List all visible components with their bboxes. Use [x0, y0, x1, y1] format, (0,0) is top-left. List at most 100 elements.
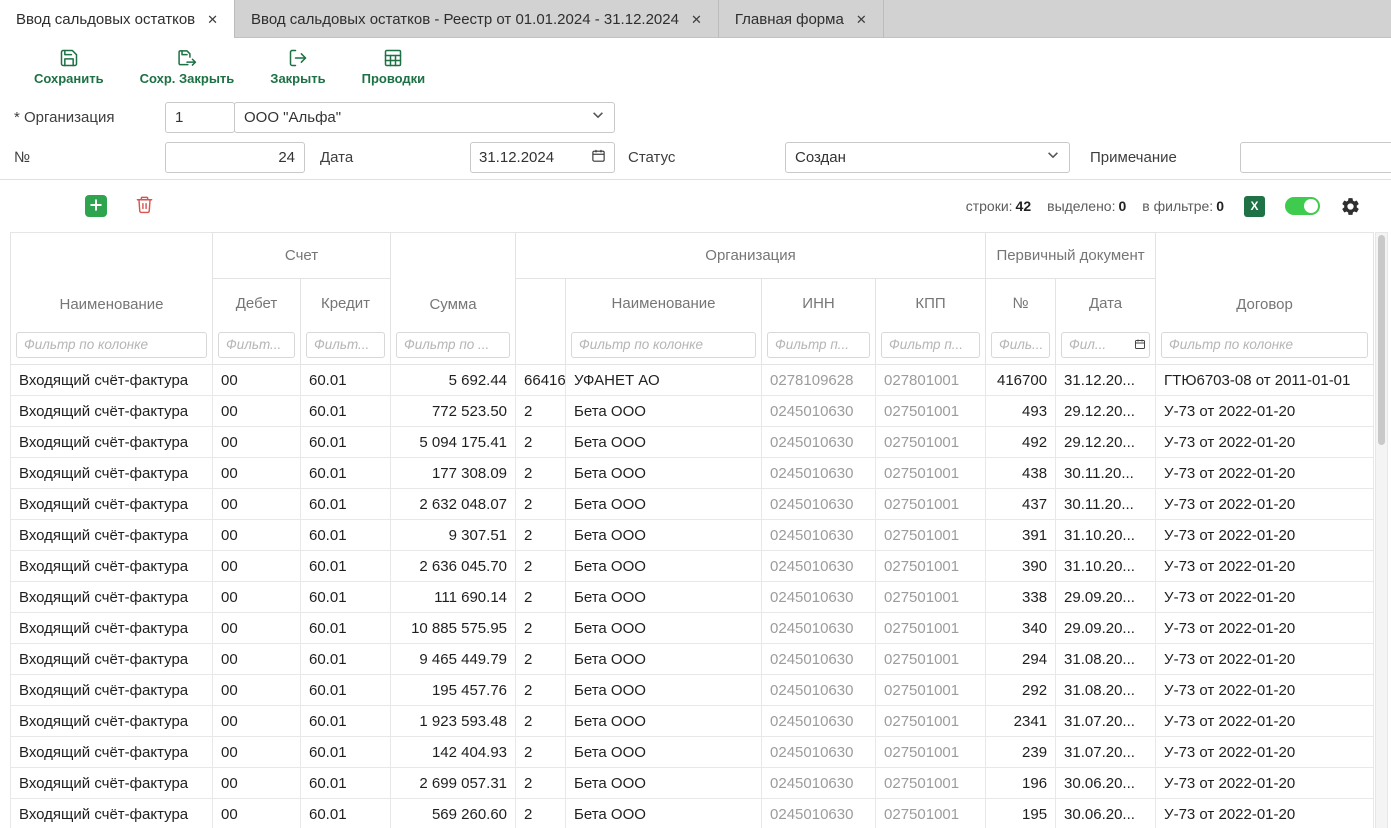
cell-credit[interactable]: 60.01 — [301, 706, 391, 737]
cell-org_name[interactable]: Бета ООО — [566, 520, 762, 551]
cell-amount[interactable]: 772 523.50 — [391, 396, 516, 427]
organization-code-input[interactable] — [165, 102, 235, 133]
cell-name[interactable]: Входящий счёт-фактура — [11, 644, 213, 675]
cell-inn[interactable]: 0245010630 — [762, 489, 876, 520]
cell-inn[interactable]: 0245010630 — [762, 613, 876, 644]
table-row[interactable]: Входящий счёт-фактура0060.015 094 175.41… — [11, 427, 1374, 458]
cell-name[interactable]: Входящий счёт-фактура — [11, 396, 213, 427]
cell-inn[interactable]: 0245010630 — [762, 644, 876, 675]
cell-kpp[interactable]: 027501001 — [876, 551, 986, 582]
cell-org_code[interactable]: 2 — [516, 396, 566, 427]
cell-doc_num[interactable]: 493 — [986, 396, 1056, 427]
table-row[interactable]: Входящий счёт-фактура0060.019 465 449.79… — [11, 644, 1374, 675]
cell-amount[interactable]: 2 636 045.70 — [391, 551, 516, 582]
cell-contract[interactable]: У-73 от 2022-01-20 — [1156, 396, 1374, 427]
cell-doc_date[interactable]: 31.08.20... — [1056, 644, 1156, 675]
cell-amount[interactable]: 2 632 048.07 — [391, 489, 516, 520]
filter-input-doc-num[interactable] — [991, 332, 1050, 358]
cell-amount[interactable]: 1 923 593.48 — [391, 706, 516, 737]
cell-org_name[interactable]: Бета ООО — [566, 396, 762, 427]
cell-credit[interactable]: 60.01 — [301, 675, 391, 706]
cell-contract[interactable]: У-73 от 2022-01-20 — [1156, 706, 1374, 737]
cell-inn[interactable]: 0245010630 — [762, 768, 876, 799]
table-row[interactable]: Входящий счёт-фактура0060.01569 260.602Б… — [11, 799, 1374, 828]
cell-credit[interactable]: 60.01 — [301, 582, 391, 613]
cell-doc_date[interactable]: 30.06.20... — [1056, 799, 1156, 828]
tab-main-form[interactable]: Главная форма ✕ — [719, 0, 884, 38]
table-row[interactable]: Входящий счёт-фактура0060.012 636 045.70… — [11, 551, 1374, 582]
cell-contract[interactable]: У-73 от 2022-01-20 — [1156, 675, 1374, 706]
cell-amount[interactable]: 569 260.60 — [391, 799, 516, 828]
filter-toggle[interactable] — [1285, 197, 1320, 215]
cell-contract[interactable]: У-73 от 2022-01-20 — [1156, 644, 1374, 675]
cell-org_name[interactable]: Бета ООО — [566, 768, 762, 799]
delete-row-button[interactable] — [135, 195, 154, 217]
cell-doc_date[interactable]: 29.09.20... — [1056, 613, 1156, 644]
organization-select[interactable]: ООО "Альфа" — [234, 102, 615, 133]
column-header-debit[interactable]: Дебет — [213, 279, 301, 329]
cell-doc_num[interactable]: 437 — [986, 489, 1056, 520]
tab-balance-entry[interactable]: Ввод сальдовых остатков ✕ — [0, 0, 235, 38]
cell-amount[interactable]: 2 699 057.31 — [391, 768, 516, 799]
cell-doc_date[interactable]: 31.10.20... — [1056, 520, 1156, 551]
vertical-scrollbar[interactable] — [1375, 232, 1388, 828]
cell-amount[interactable]: 5 094 175.41 — [391, 427, 516, 458]
cell-kpp[interactable]: 027801001 — [876, 365, 986, 396]
excel-export-button[interactable]: X — [1244, 196, 1265, 217]
cell-inn[interactable]: 0245010630 — [762, 675, 876, 706]
table-row[interactable]: Входящий счёт-фактура0060.012 699 057.31… — [11, 768, 1374, 799]
cell-debit[interactable]: 00 — [213, 799, 301, 828]
cell-debit[interactable]: 00 — [213, 520, 301, 551]
cell-name[interactable]: Входящий счёт-фактура — [11, 520, 213, 551]
cell-debit[interactable]: 00 — [213, 489, 301, 520]
note-input[interactable] — [1240, 142, 1391, 173]
filter-input-amount[interactable] — [396, 332, 510, 358]
cell-org_code[interactable]: 2 — [516, 582, 566, 613]
cell-credit[interactable]: 60.01 — [301, 458, 391, 489]
cell-org_name[interactable]: Бета ООО — [566, 582, 762, 613]
cell-inn[interactable]: 0245010630 — [762, 427, 876, 458]
cell-kpp[interactable]: 027501001 — [876, 458, 986, 489]
cell-credit[interactable]: 60.01 — [301, 799, 391, 828]
date-input[interactable]: 31.12.2024 — [470, 142, 615, 173]
cell-org_code[interactable]: 2 — [516, 737, 566, 768]
cell-org_name[interactable]: Бета ООО — [566, 644, 762, 675]
cell-doc_num[interactable]: 391 — [986, 520, 1056, 551]
cell-doc_date[interactable]: 31.07.20... — [1056, 706, 1156, 737]
cell-org_name[interactable]: Бета ООО — [566, 551, 762, 582]
cell-debit[interactable]: 00 — [213, 458, 301, 489]
cell-kpp[interactable]: 027501001 — [876, 706, 986, 737]
cell-debit[interactable]: 00 — [213, 675, 301, 706]
cell-amount[interactable]: 5 692.44 — [391, 365, 516, 396]
column-header-doc-date[interactable]: Дата — [1056, 279, 1156, 329]
table-row[interactable]: Входящий счёт-фактура0060.01111 690.142Б… — [11, 582, 1374, 613]
cell-name[interactable]: Входящий счёт-фактура — [11, 458, 213, 489]
cell-doc_num[interactable]: 195 — [986, 799, 1056, 828]
cell-org_code[interactable]: 66416 — [516, 365, 566, 396]
filter-input-inn[interactable] — [767, 332, 870, 358]
cell-doc_num[interactable]: 390 — [986, 551, 1056, 582]
cell-inn[interactable]: 0245010630 — [762, 458, 876, 489]
cell-doc_num[interactable]: 2341 — [986, 706, 1056, 737]
cell-amount[interactable]: 177 308.09 — [391, 458, 516, 489]
cell-name[interactable]: Входящий счёт-фактура — [11, 365, 213, 396]
column-header-name[interactable]: Наименование — [11, 233, 213, 329]
cell-org_name[interactable]: УФАНЕТ АО — [566, 365, 762, 396]
cell-org_name[interactable]: Бета ООО — [566, 458, 762, 489]
filter-input-kpp[interactable] — [881, 332, 980, 358]
table-row[interactable]: Входящий счёт-фактура0060.015 692.446641… — [11, 365, 1374, 396]
cell-contract[interactable]: У-73 от 2022-01-20 — [1156, 551, 1374, 582]
cell-inn[interactable]: 0245010630 — [762, 582, 876, 613]
cell-org_name[interactable]: Бета ООО — [566, 675, 762, 706]
cell-org_code[interactable]: 2 — [516, 427, 566, 458]
cell-doc_date[interactable]: 31.12.20... — [1056, 365, 1156, 396]
cell-doc_date[interactable]: 29.12.20... — [1056, 396, 1156, 427]
cell-name[interactable]: Входящий счёт-фактура — [11, 768, 213, 799]
table-row[interactable]: Входящий счёт-фактура0060.019 307.512Бет… — [11, 520, 1374, 551]
tab-balance-register[interactable]: Ввод сальдовых остатков - Реестр от 01.0… — [235, 0, 719, 38]
cell-debit[interactable]: 00 — [213, 396, 301, 427]
cell-contract[interactable]: У-73 от 2022-01-20 — [1156, 613, 1374, 644]
cell-doc_num[interactable]: 416700 — [986, 365, 1056, 396]
cell-org_code[interactable]: 2 — [516, 644, 566, 675]
column-header-org-code[interactable] — [516, 279, 566, 329]
